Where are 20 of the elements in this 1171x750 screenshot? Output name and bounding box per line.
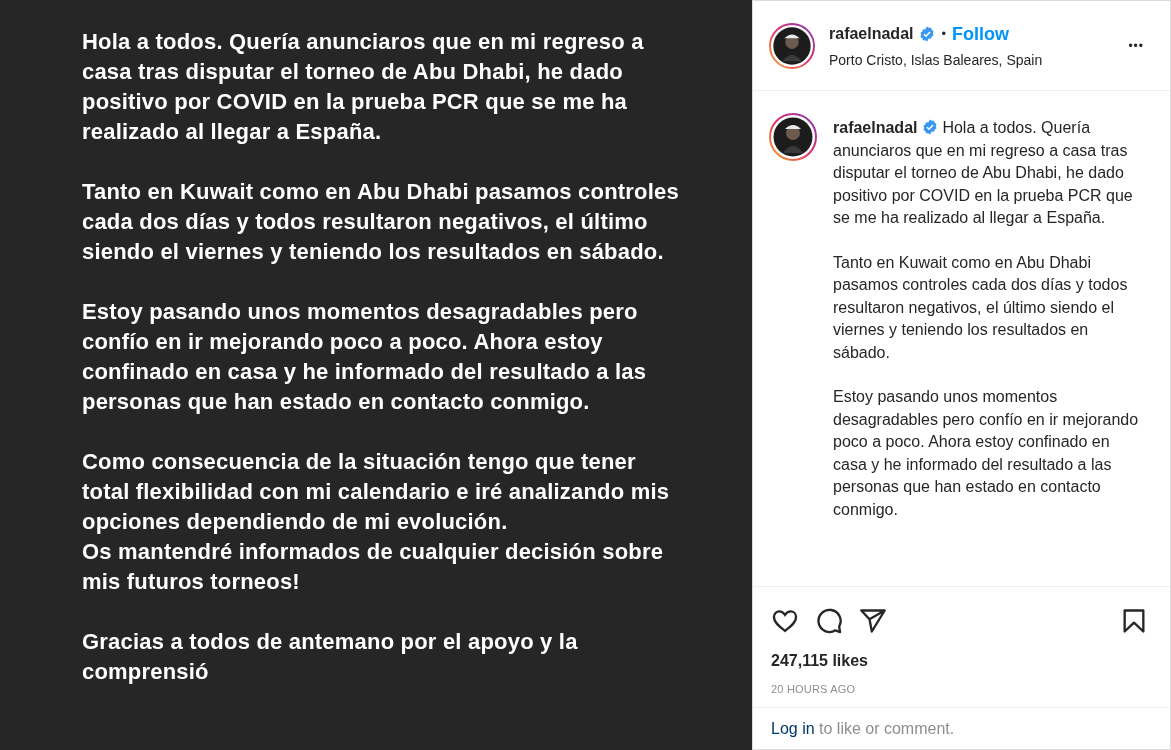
post-text: Hola a todos. Quería anunciaros que en mi regreso a casa tras disputar el torneo de Abu Dhabi, he dado positivo por COVID en la prueba PCR que se me ha realizado al llegar a España.	[82, 28, 645, 146]
comment-icon[interactable]	[815, 606, 843, 635]
send-icon[interactable]	[859, 606, 887, 635]
caption-text: Estoy pasando unos momentos desagradables pero confío en ir mejorando poco a poco. Ahora estoy confinado en casa y he informado del resultado a las personas que han estado en contacto conmigo.	[833, 387, 1140, 520]
avatar-icon[interactable]	[769, 22, 815, 69]
username-link[interactable]: rafaelnadal	[829, 22, 914, 46]
post-text: Estoy pasando unos momentos desagradables pero confío en ir mejorando poco a poco. Ahora estoy confinado en casa y he informado del resultado a las personas que han estado en contacto conmigo.	[82, 298, 648, 416]
login-prompt: Log in to like or comment.	[771, 718, 955, 739]
separator-dot: •	[941, 25, 947, 44]
post-text: Como consecuencia de la situación tengo que tener total flexibilidad con mi calendario e iré analizando mis opciones dependiendo de mi evolución. Os mantendré informados de cualquier decisión sobre mis futuros torneos!	[82, 448, 671, 596]
avatar-icon[interactable]	[769, 113, 817, 161]
location-link[interactable]: Porto Cristo, Islas Baleares, Spain	[829, 49, 1129, 71]
post-text: Tanto en Kuwait como en Abu Dhabi pasamos controles cada dos días y todos resultaron negativos, el último siendo el viernes y teniendo los resultados en sábado.	[82, 178, 680, 266]
caption-text: rafaelnadal Hola a todos. Quería anunciaros que en mi regreso a casa tras disputar el torneo de Abu Dhabi, he dado positivo por COVID en la prueba PCR que se me ha realizado al llegar a España.	[833, 118, 1134, 228]
username-link[interactable]: rafaelnadal	[833, 119, 918, 136]
login-link[interactable]: Log in	[771, 719, 815, 737]
more-options-button[interactable]: •••	[1128, 36, 1144, 55]
caption-text: Tanto en Kuwait como en Abu Dhabi pasamos controles cada dos días y todos resultaron negativos, el último siendo el viernes y teniendo los resultados en sábado.	[833, 252, 1129, 363]
post-text: Gracias a todos de antemano por el apoyo y la comprensió	[82, 628, 579, 686]
likes-count[interactable]: 247,115 likes	[771, 648, 1148, 673]
